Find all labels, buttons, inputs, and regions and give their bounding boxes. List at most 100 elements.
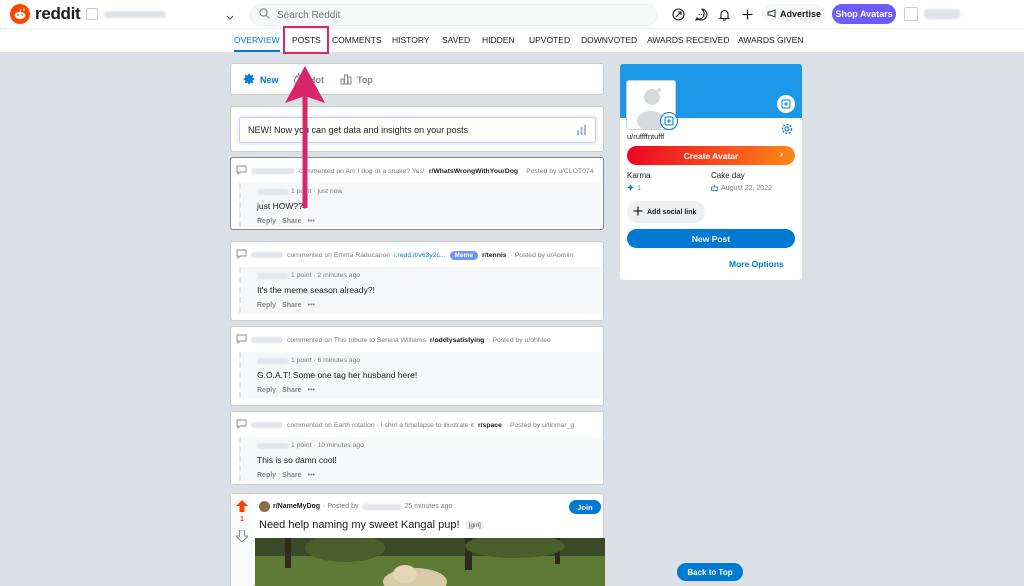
comment-icon xyxy=(236,249,247,261)
comment-actions: Reply Share ••• xyxy=(257,472,315,479)
post-title[interactable]: Need help naming my sweet Kangal pup! [g… xyxy=(259,519,484,531)
share-button[interactable]: Share xyxy=(282,472,301,479)
redacted-username xyxy=(104,10,166,18)
vote-column: 1 xyxy=(231,494,253,586)
top-header: reddit Advertise Shop Avatars xyxy=(0,0,1024,28)
tab-upvoted[interactable]: UPVOTED xyxy=(529,29,570,52)
cake-icon xyxy=(711,184,718,193)
comment-context: commented on Emma Raducanoe xyxy=(287,251,391,259)
post-meta: r/NameMyDog · Posted by 25 minutes ago xyxy=(259,501,452,512)
chat-icon[interactable] xyxy=(693,6,709,22)
subreddit-link[interactable]: r/WhatsWrongWithYourDog xyxy=(429,168,518,175)
more-options-button[interactable]: ••• xyxy=(308,302,315,309)
notification-bell-icon[interactable] xyxy=(716,6,732,22)
tab-awards-received[interactable]: AWARDS RECEIVED xyxy=(647,29,730,52)
comment-body: 1 point · just now just HOW??? Reply Sha… xyxy=(239,183,601,227)
subreddit-link[interactable]: r/space xyxy=(478,422,502,429)
tab-awards-given[interactable]: AWARDS GIVEN xyxy=(738,29,804,52)
tab-hidden[interactable]: HIDDEN xyxy=(482,29,515,52)
subreddit-link[interactable]: r/tennis xyxy=(482,252,507,259)
share-button[interactable]: Share xyxy=(282,218,301,225)
upvote-arrow-icon[interactable] xyxy=(236,500,248,515)
back-to-top-button[interactable]: Back to Top xyxy=(677,563,743,581)
tab-history[interactable]: HISTORY xyxy=(392,29,429,52)
comment-card[interactable]: commented on Emma Raducanoe i.redd.it/v6… xyxy=(230,241,604,321)
redacted-username xyxy=(257,442,289,449)
settings-gear-icon[interactable] xyxy=(781,123,793,138)
comment-card[interactable]: commented on Earth rotation - I shot a t… xyxy=(230,411,604,485)
search-bar[interactable] xyxy=(250,4,658,26)
redacted-username xyxy=(251,252,283,258)
post-flair-badge: Meme xyxy=(449,250,478,260)
sort-hot-button[interactable]: Hot xyxy=(293,72,324,87)
reply-button[interactable]: Reply xyxy=(257,302,276,309)
create-avatar-button[interactable]: Create Avatar › xyxy=(627,146,795,165)
megaphone-icon xyxy=(767,8,777,20)
comment-actions: Reply Share ••• xyxy=(257,218,315,225)
tab-comments[interactable]: COMMENTS xyxy=(332,29,382,52)
share-button[interactable]: Share xyxy=(282,387,301,394)
sort-top-label: Top xyxy=(357,75,373,85)
more-options-button[interactable]: ••• xyxy=(308,472,315,479)
external-link[interactable]: i.redd.it/v63y2c... xyxy=(394,252,445,259)
karma-value: 1 xyxy=(627,184,641,193)
comment-text: This is so damn cool! xyxy=(257,455,337,465)
sort-new-button[interactable]: New xyxy=(243,73,279,87)
karma-count: 1 xyxy=(637,185,641,192)
add-social-link-label: Add social link xyxy=(647,208,697,216)
shop-avatars-button[interactable]: Shop Avatars xyxy=(832,4,896,24)
comment-points-time: 1 point · 10 minutes ago xyxy=(291,442,364,449)
new-post-button[interactable]: New Post xyxy=(627,229,795,248)
sort-hot-label: Hot xyxy=(309,75,324,85)
community-dropdown[interactable] xyxy=(86,6,236,22)
create-post-plus-icon[interactable] xyxy=(739,6,755,22)
comment-text: just HOW??? xyxy=(257,201,308,211)
sort-top-button[interactable]: Top xyxy=(340,73,373,87)
edit-banner-icon[interactable] xyxy=(777,95,795,113)
post-image[interactable] xyxy=(255,538,605,586)
insights-promo-banner[interactable]: NEW! Now you can get data and insights o… xyxy=(239,117,596,143)
popular-icon[interactable] xyxy=(670,6,686,22)
cakeday-label: Cake day xyxy=(711,171,745,180)
advertise-button[interactable]: Advertise xyxy=(762,4,826,24)
subreddit-link[interactable]: r/NameMyDog xyxy=(273,503,320,510)
more-options-button[interactable]: ••• xyxy=(308,387,315,394)
comment-text: It's the meme season already?! xyxy=(257,285,375,295)
comment-card[interactable]: commented on Am I dog or a snake? Yes! r… xyxy=(230,157,604,230)
comment-meta: 1 point · 6 minutes ago xyxy=(257,357,360,364)
add-social-link-button[interactable]: Add social link xyxy=(627,201,705,223)
tab-downvoted[interactable]: DOWNVOTED xyxy=(581,29,637,52)
reddit-alien-icon xyxy=(10,4,30,24)
post-card[interactable]: 1 r/NameMyDog · Posted by 25 minutes ago… xyxy=(230,493,605,586)
user-avatar xyxy=(904,7,918,21)
shop-avatars-label: Shop Avatars xyxy=(835,9,893,19)
chevron-down-icon[interactable] xyxy=(226,9,234,23)
reply-button[interactable]: Reply xyxy=(257,218,276,225)
user-dropdown[interactable] xyxy=(904,5,1014,23)
profile-home-icon xyxy=(86,8,98,20)
downvote-arrow-icon[interactable] xyxy=(234,529,250,545)
bar-chart-icon xyxy=(576,125,587,137)
subreddit-link[interactable]: r/oddlysatisfying xyxy=(430,337,484,344)
posted-by: · Posted by u/Aomiin xyxy=(510,251,574,259)
posted-by: · Posted by u/CLOT074 xyxy=(522,167,594,175)
redacted-username xyxy=(257,188,289,195)
tab-saved[interactable]: SAVED xyxy=(442,29,470,52)
comment-context: commented on This tribute to Serena Will… xyxy=(287,336,426,344)
tab-overview[interactable]: OVERVIEW xyxy=(234,29,280,52)
join-button[interactable]: Join xyxy=(569,500,601,514)
comment-points-time: 1 point · just now xyxy=(291,188,343,195)
profile-username: u/ruffffntufff xyxy=(627,132,665,141)
reply-button[interactable]: Reply xyxy=(257,387,276,394)
posted-by: · Posted by xyxy=(323,503,359,510)
comment-text: G.O.A.T! Some one tag her husband here! xyxy=(257,370,418,380)
add-avatar-icon[interactable] xyxy=(660,112,678,130)
redacted-username xyxy=(361,503,402,510)
reddit-logo[interactable]: reddit xyxy=(10,4,81,24)
more-options-link[interactable]: More Options xyxy=(729,259,784,269)
share-button[interactable]: Share xyxy=(282,302,301,309)
more-options-button[interactable]: ••• xyxy=(308,218,315,225)
search-input[interactable] xyxy=(277,9,637,21)
comment-card[interactable]: commented on This tribute to Serena Will… xyxy=(230,326,604,406)
reply-button[interactable]: Reply xyxy=(257,472,276,479)
